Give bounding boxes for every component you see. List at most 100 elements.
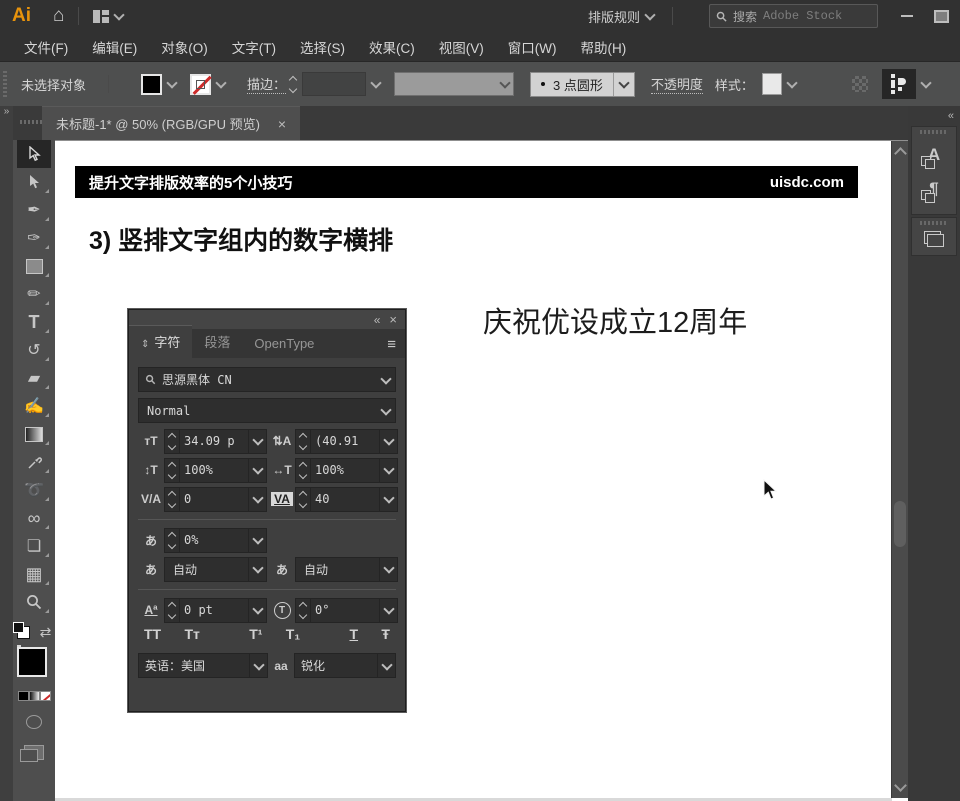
chevron-down-icon[interactable] xyxy=(248,459,266,482)
panel-menu-icon[interactable]: ≡ xyxy=(387,336,396,353)
chevron-down-icon[interactable] xyxy=(377,654,395,677)
color-mode-icon[interactable] xyxy=(18,691,29,701)
strikethrough-button[interactable]: Ŧ xyxy=(381,626,390,642)
subscript-button[interactable]: T₁ xyxy=(286,626,300,642)
character-panel-icon[interactable]: A xyxy=(919,140,949,170)
screen-mode-icon[interactable] xyxy=(24,745,44,760)
curvature-tool[interactable]: ✑ xyxy=(17,224,51,252)
swap-colors-icon[interactable]: ⇄ xyxy=(40,624,52,641)
chevron-down-icon[interactable] xyxy=(248,529,266,552)
leading-field[interactable]: (40.91 xyxy=(295,429,398,454)
brush-dropdown[interactable]: 3 点圆形 xyxy=(530,72,635,97)
tsume-stepper[interactable] xyxy=(165,529,180,552)
rotate-tool[interactable]: ↺ xyxy=(17,336,51,364)
stroke-weight-field[interactable] xyxy=(302,72,366,96)
direct-selection-tool[interactable] xyxy=(17,168,51,196)
font-family-field[interactable]: 思源黑体 CN xyxy=(138,367,396,392)
panel-toggle-icon[interactable]: ⇕ xyxy=(141,339,149,350)
character-rotation-field[interactable]: 0° xyxy=(295,598,398,623)
paintbrush-tool[interactable]: ✏ xyxy=(17,280,51,308)
kerning-field[interactable]: 0 xyxy=(164,487,267,512)
graphic-style-swatch[interactable] xyxy=(762,73,782,95)
selection-tool[interactable] xyxy=(17,140,51,168)
chevron-down-icon[interactable] xyxy=(379,430,397,453)
blend-tool[interactable]: ➰ xyxy=(17,476,51,504)
chevron-down-icon[interactable] xyxy=(377,399,395,422)
leading-stepper[interactable] xyxy=(296,430,311,453)
workspace-switcher-icon[interactable] xyxy=(93,10,109,23)
tracking-field[interactable]: 40 xyxy=(295,487,398,512)
shaper-tool[interactable]: ✍ xyxy=(17,392,51,420)
chevron-down-icon[interactable] xyxy=(377,368,395,391)
default-colors-icon[interactable] xyxy=(17,626,30,639)
artboard-tool[interactable]: ❏ xyxy=(17,532,51,560)
chevron-down-icon[interactable] xyxy=(379,558,397,581)
minimize-button[interactable] xyxy=(892,5,922,27)
draw-mode-icon[interactable] xyxy=(26,715,42,729)
maximize-button[interactable] xyxy=(926,5,956,27)
kerning-stepper[interactable] xyxy=(165,488,180,511)
chevron-down-icon[interactable] xyxy=(248,488,266,511)
artboards-panel-icon[interactable] xyxy=(924,231,944,247)
superscript-button[interactable]: T¹ xyxy=(249,626,262,642)
fill-indicator[interactable] xyxy=(17,647,47,677)
chevron-down-icon[interactable] xyxy=(644,9,655,20)
stroke-profile-dropdown[interactable] xyxy=(394,72,514,96)
vertical-scale-field[interactable]: 100% xyxy=(164,458,267,483)
pen-tool[interactable]: ✒ xyxy=(17,196,51,224)
shape-builder-tool[interactable]: ∞ xyxy=(17,504,51,532)
chevron-down-icon[interactable] xyxy=(248,430,266,453)
menu-edit[interactable]: 编辑(E) xyxy=(92,37,137,57)
scroll-down-icon[interactable] xyxy=(894,779,907,792)
stroke-weight-stepper[interactable] xyxy=(286,77,300,92)
stroke-color-swatch[interactable] xyxy=(190,74,211,95)
font-size-field[interactable]: 34.09 p xyxy=(164,429,267,454)
baseline-shift-stepper[interactable] xyxy=(165,599,180,622)
menu-object[interactable]: 对象(O) xyxy=(161,37,208,57)
close-tab-icon[interactable]: × xyxy=(278,116,286,132)
paragraph-panel-icon[interactable]: ¶ xyxy=(919,174,949,204)
scroll-up-icon[interactable] xyxy=(894,147,907,160)
close-panel-icon[interactable]: × xyxy=(389,312,397,327)
baseline-shift-field[interactable]: 0 pt xyxy=(164,598,267,623)
space-before-field[interactable]: 自动 xyxy=(164,557,267,582)
tab-opentype[interactable]: OpenType xyxy=(242,330,326,358)
anti-alias-dropdown[interactable]: 锐化 xyxy=(294,653,396,678)
horizontal-scale-field[interactable]: 100% xyxy=(295,458,398,483)
character-rotation-stepper[interactable] xyxy=(296,599,311,622)
opacity-link[interactable]: 不透明度 xyxy=(651,74,703,94)
home-icon[interactable]: ⌂ xyxy=(53,5,64,27)
drag-handle[interactable] xyxy=(3,71,7,97)
menu-type[interactable]: 文字(T) xyxy=(232,37,276,57)
vertical-scale-stepper[interactable] xyxy=(165,459,180,482)
fill-stroke-indicator[interactable] xyxy=(17,647,51,683)
chevron-down-icon[interactable] xyxy=(114,9,125,20)
gradient-tool[interactable] xyxy=(17,420,51,448)
chevron-down-icon[interactable] xyxy=(379,459,397,482)
tsume-field[interactable]: 0% xyxy=(164,528,267,553)
font-size-stepper[interactable] xyxy=(165,430,180,453)
chevron-down-icon[interactable] xyxy=(215,77,226,88)
perspective-grid-tool[interactable]: ▦ xyxy=(17,560,51,588)
chevron-down-icon[interactable] xyxy=(379,599,397,622)
none-mode-icon[interactable] xyxy=(40,691,51,701)
zoom-tool[interactable] xyxy=(17,588,51,616)
menu-select[interactable]: 选择(S) xyxy=(300,37,345,57)
chevron-down-icon[interactable] xyxy=(786,77,797,88)
all-caps-button[interactable]: TT xyxy=(144,626,161,642)
document-tab[interactable]: 未标题-1* @ 50% (RGB/GPU 预览) × xyxy=(42,106,300,140)
tab-paragraph[interactable]: 段落 xyxy=(192,326,242,358)
chevron-down-icon[interactable] xyxy=(166,77,177,88)
chevron-down-icon[interactable] xyxy=(248,599,266,622)
type-tool[interactable]: T xyxy=(17,308,51,336)
arrange-documents-icon[interactable] xyxy=(882,69,916,99)
stroke-link[interactable]: 描边： xyxy=(247,74,286,94)
horizontal-scale-stepper[interactable] xyxy=(296,459,311,482)
align-options-icon[interactable] xyxy=(852,76,868,92)
underline-button[interactable]: T xyxy=(349,626,358,642)
expand-panel-icon[interactable]: » xyxy=(4,106,10,117)
drag-handle[interactable] xyxy=(920,221,948,225)
tracking-stepper[interactable] xyxy=(296,488,311,511)
menu-view[interactable]: 视图(V) xyxy=(439,37,484,57)
eraser-tool[interactable]: ▰ xyxy=(17,364,51,392)
